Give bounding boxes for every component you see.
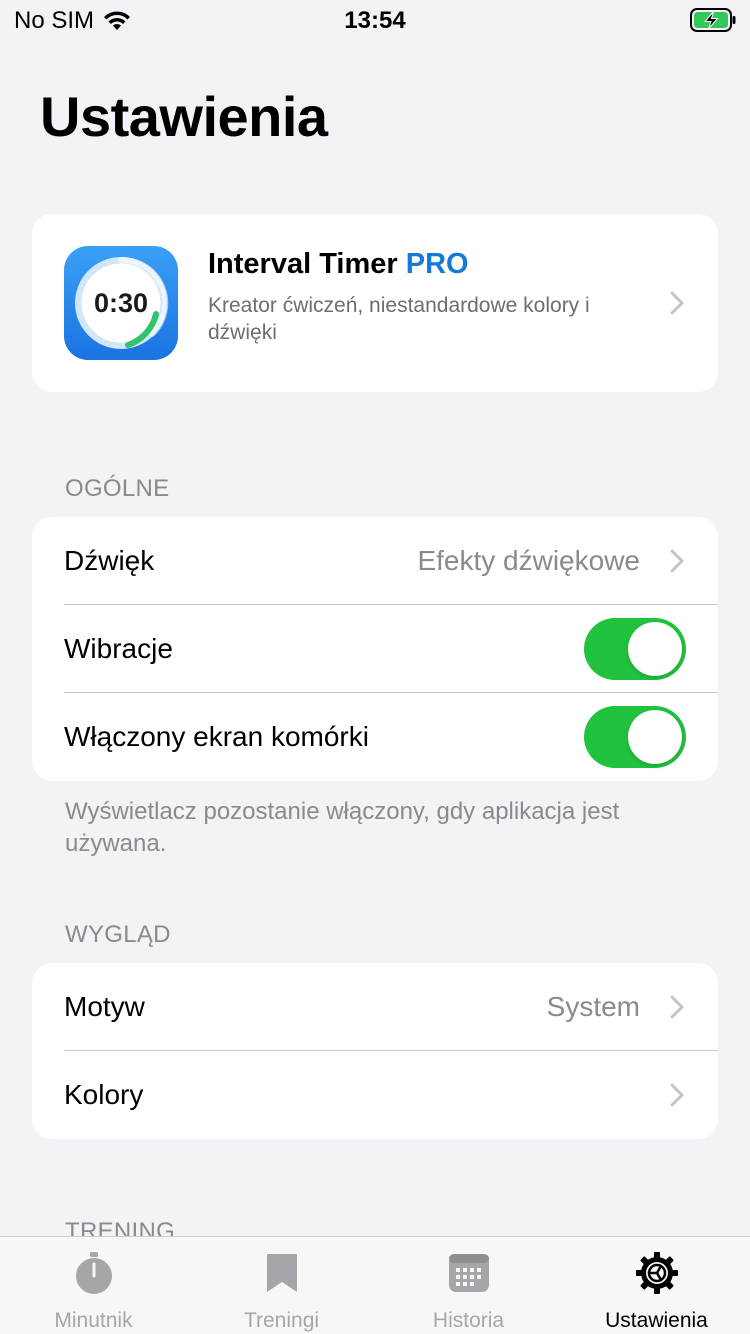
app-icon-time: 0:30 (94, 288, 148, 318)
pro-title: Interval Timer PRO (208, 248, 469, 281)
bookmark-icon (266, 1254, 297, 1292)
timer-ring-icon: 0:30 (75, 256, 169, 349)
sound-row[interactable]: Dźwięk Efekty dźwiękowe (32, 517, 718, 605)
screen-on-label: Włączony ekran komórki (64, 721, 369, 752)
vibration-label: Wibracje (64, 633, 173, 664)
appearance-settings-group: Motyw System Kolory (32, 963, 718, 1139)
stopwatch-icon (75, 1252, 112, 1294)
page-title: Ustawienia (40, 85, 328, 148)
section-header-general: OGÓLNE (65, 475, 170, 502)
section-header-appearance: WYGLĄD (65, 921, 171, 948)
screen-on-toggle[interactable] (584, 706, 686, 768)
theme-value: System (546, 991, 640, 1022)
tab-label: Ustawienia (605, 1309, 708, 1332)
gear-icon (635, 1252, 678, 1294)
chevron-right-icon (670, 1083, 684, 1107)
tab-ustawienia[interactable]: Ustawienia (563, 1237, 750, 1334)
toggle-knob (628, 710, 682, 764)
sound-label: Dźwięk (64, 545, 155, 576)
colors-row[interactable]: Kolory (32, 1051, 718, 1139)
chevron-right-icon (670, 291, 684, 315)
tab-bar: Minutnik Treningi Historia Ustawienia (0, 1236, 750, 1334)
pro-title-main: Interval Timer (208, 248, 398, 280)
vibration-row: Wibracje (32, 605, 718, 693)
sound-value: Efekty dźwiękowe (417, 545, 640, 576)
status-bar: No SIM 13:54 (0, 0, 750, 40)
tab-label: Minutnik (54, 1309, 133, 1332)
chevron-right-icon (670, 549, 684, 573)
tab-label: Treningi (243, 1309, 320, 1332)
tab-minutnik[interactable]: Minutnik (0, 1237, 187, 1334)
calendar-icon (448, 1254, 489, 1292)
theme-row[interactable]: Motyw System (32, 963, 718, 1051)
status-time: 13:54 (344, 7, 406, 34)
general-settings-group: Dźwięk Efekty dźwiękowe Wibracje Włączon… (32, 517, 718, 781)
chevron-right-icon (670, 995, 684, 1019)
pro-upgrade-card[interactable]: 0:30 Interval Timer PRO Kreator ćwiczeń,… (32, 214, 718, 392)
theme-label: Motyw (64, 991, 145, 1022)
app-icon: 0:30 (64, 246, 178, 360)
tab-label: Historia (432, 1309, 505, 1332)
toggle-knob (628, 622, 682, 676)
tab-historia[interactable]: Historia (375, 1237, 562, 1334)
pro-subtitle: Kreator ćwiczeń, niestandardowe kolory i… (208, 294, 590, 344)
screen-on-row: Włączony ekran komórki (32, 693, 718, 781)
pro-badge: PRO (405, 248, 469, 280)
screen-on-note: Wyświetlacz pozostanie włączony, gdy apl… (65, 798, 620, 857)
colors-label: Kolory (64, 1079, 144, 1110)
battery-charging-icon (690, 8, 736, 32)
tab-treningi[interactable]: Treningi (188, 1237, 375, 1334)
vibration-toggle[interactable] (584, 618, 686, 680)
